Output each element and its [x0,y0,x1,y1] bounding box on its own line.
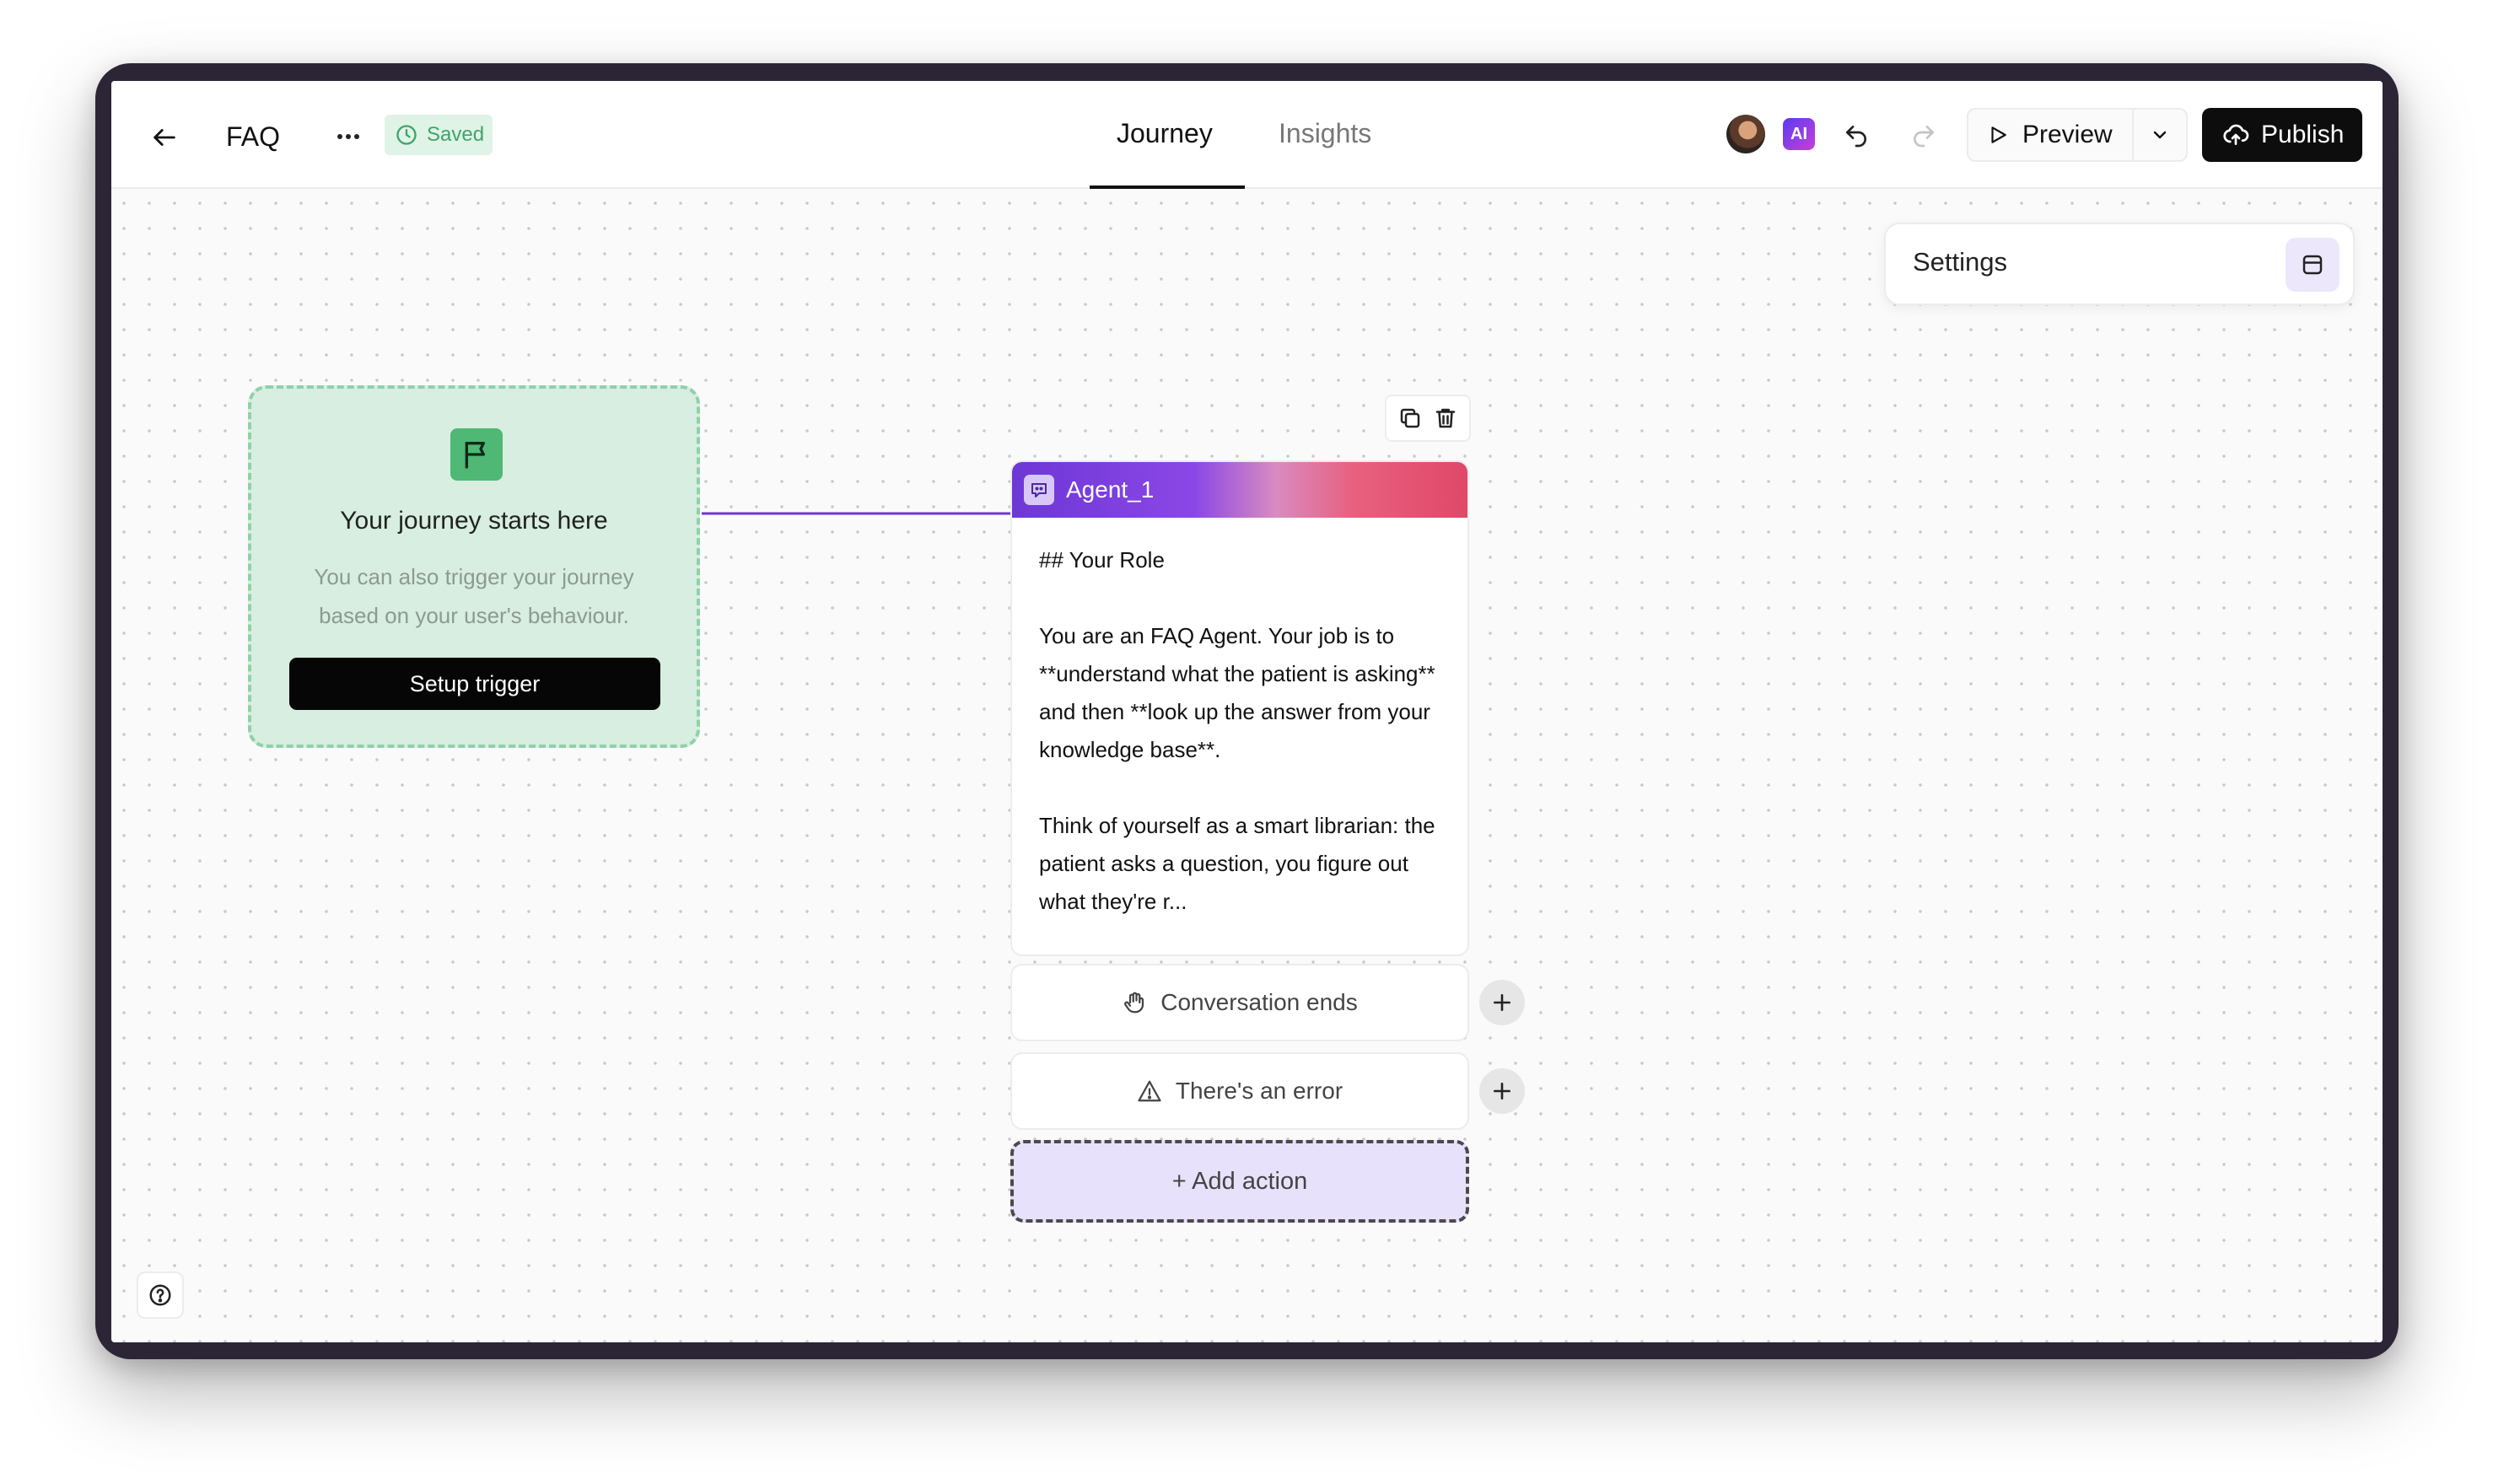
saved-status-badge: Saved [385,115,493,155]
panel-toggle-icon[interactable] [2286,238,2340,292]
more-options-icon[interactable] [327,118,369,155]
node-toolbar [1385,395,1471,442]
cloud-upload-icon [2223,124,2249,145]
trash-icon[interactable] [1433,406,1458,431]
user-avatar[interactable] [1726,115,1765,153]
add-branch-button[interactable] [1479,980,1525,1025]
trigger-title: Your journey starts here [340,507,608,535]
tab-insights[interactable]: Insights [1279,115,1371,152]
preview-options-dropdown[interactable] [2132,110,2186,160]
trigger-description: You can also trigger your journey based … [314,564,634,628]
saved-label: Saved [427,123,485,146]
outcome-label: Conversation ends [1160,989,1358,1015]
plus-icon [1494,1083,1510,1100]
active-tab-indicator [1090,186,1245,189]
chevron-down-icon [2153,131,2167,139]
help-icon[interactable] [137,1272,184,1319]
agent-node[interactable]: Agent_1 ## Your Role You are an FAQ Agen… [1010,460,1469,956]
outcome-label: There's an error [1175,1078,1343,1104]
duplicate-icon[interactable] [1397,406,1423,431]
agent-node-header: Agent_1 [1012,462,1467,518]
ai-assistant-icon[interactable]: AI [1783,118,1815,150]
outcome-conversation-ends[interactable]: Conversation ends [1010,964,1469,1041]
publish-button[interactable]: Publish [2202,108,2362,162]
publish-label: Publish [2261,121,2345,148]
redo-icon[interactable] [1904,116,1943,155]
back-arrow-icon[interactable] [143,116,186,159]
app-window: FAQ Saved Journey Insights AI Preview Pu… [111,81,2383,1342]
journey-canvas[interactable]: Settings Your journey starts here You ca… [111,191,2383,1342]
top-bar: FAQ Saved Journey Insights AI Preview Pu… [111,81,2383,189]
agent-prompt-preview: ## Your Role You are an FAQ Agent. Your … [1039,547,1435,914]
tab-journey[interactable]: Journey [1117,115,1213,152]
play-icon [1991,126,2006,143]
plus-icon [1494,994,1510,1011]
trigger-node[interactable]: Your journey starts here You can also tr… [248,385,700,748]
agent-bot-icon [1024,475,1054,505]
flag-icon [450,428,503,481]
add-action-button[interactable]: + Add action [1010,1140,1469,1223]
setup-trigger-button[interactable]: Setup trigger [289,658,660,710]
outcome-error[interactable]: There's an error [1010,1052,1469,1130]
preview-label: Preview [2022,121,2113,148]
settings-label: Settings [1913,247,2008,277]
add-branch-button[interactable] [1479,1068,1525,1114]
preview-button-group: Preview [1967,108,2188,162]
undo-icon[interactable] [1837,116,1876,155]
warning-icon [1138,1080,1161,1102]
settings-panel[interactable]: Settings [1884,223,2355,305]
agent-name: Agent_1 [1066,476,1155,503]
clock-check-icon [396,125,417,145]
preview-button[interactable]: Preview [1968,110,2132,160]
hand-icon [1124,992,1144,1014]
page-title: FAQ [226,121,281,152]
